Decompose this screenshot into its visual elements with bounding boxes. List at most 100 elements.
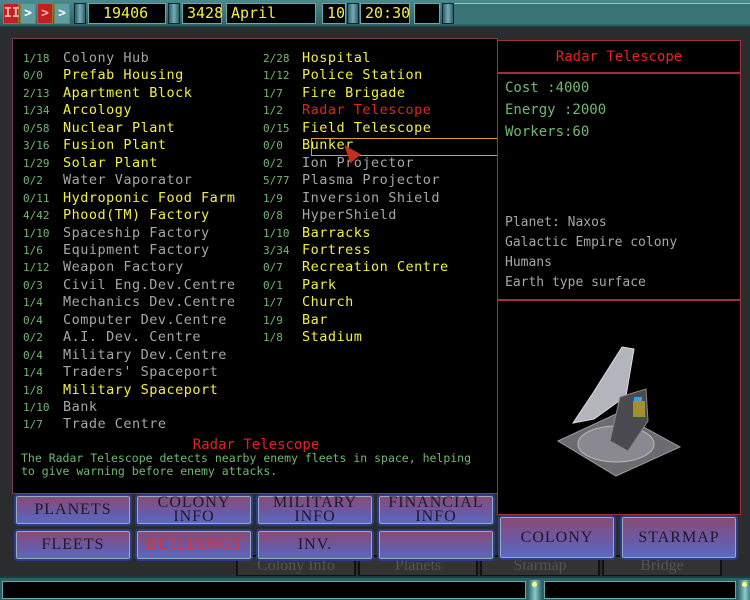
building-name: Phood(TM) Factory — [63, 207, 210, 224]
building-count: 1/10 — [23, 401, 50, 414]
building-count: 1/4 — [23, 366, 43, 380]
building-count: 1/9 — [263, 313, 283, 327]
building-name: Field Telescope — [302, 119, 432, 136]
building-name: Computer Dev.Centre — [63, 311, 227, 328]
building-count: 3/16 — [23, 139, 50, 153]
military-info-button[interactable]: MILITARY INFO — [256, 494, 374, 526]
building-name: Mechanics Dev.Centre — [63, 294, 236, 311]
building-count: 0/4 — [23, 348, 43, 362]
play-button[interactable]: > — [20, 3, 36, 24]
month-display: April — [226, 3, 316, 24]
building-name: Ion Projector — [302, 154, 415, 171]
faster-button[interactable]: > — [54, 3, 70, 24]
inv-button[interactable]: INV. — [256, 529, 374, 561]
building-name: Radar Telescope — [302, 102, 432, 119]
bar-knob — [74, 3, 86, 24]
building-count: 1/8 — [263, 331, 283, 345]
building-count: 0/2 — [23, 331, 43, 345]
blank-button[interactable] — [377, 529, 495, 561]
building-name: Civil Eng.Dev.Centre — [63, 276, 236, 293]
building-count: 0/0 — [23, 69, 43, 83]
description-text: The Radar Telescope detects nearby enemy… — [21, 451, 472, 478]
building-count: 2/28 — [263, 52, 290, 65]
building-count: 0/8 — [263, 209, 283, 223]
building-count: 0/2 — [23, 174, 43, 188]
buildings-panel: 1/18 Colony Hub 0/0 Prefab Housing 2/13 Apart… — [12, 38, 505, 494]
building-name: Fire Brigade — [302, 84, 406, 101]
building-name: Park — [302, 276, 337, 293]
details-title: Radar Telescope — [555, 49, 683, 65]
fast-button[interactable]: > — [37, 3, 53, 24]
building-count: 2/13 — [23, 86, 50, 100]
building-count: 1/7 — [23, 418, 43, 432]
building-name: Spaceship Factory — [63, 224, 210, 241]
status-field — [544, 581, 736, 599]
building-name: Colony Hub — [63, 50, 150, 66]
building-count: 1/7 — [263, 86, 283, 100]
building-name: Stadium — [302, 329, 363, 346]
building-name: Weapon Factory — [63, 259, 184, 276]
planets-button[interactable]: PLANETS — [14, 494, 132, 526]
details-panel: Cost :4000 Energy :2000 Workers:60 Plane… — [497, 73, 741, 300]
buildings-button[interactable]: BUILDINGS — [135, 529, 253, 561]
building-count: 1/34 — [23, 104, 50, 118]
empty-display — [414, 3, 440, 24]
day-display: 10 — [322, 3, 346, 24]
race-info: Humans — [505, 255, 552, 270]
top-bar: II > > > 19406 3428 April 10 20:30 — [0, 0, 750, 28]
building-count: 1/8 — [23, 383, 43, 397]
bar-knob — [347, 3, 359, 24]
bar-knob — [168, 3, 180, 24]
financial-info-button[interactable]: FINANCIAL INFO — [377, 494, 495, 526]
building-name: A.I. Dev. Centre — [63, 329, 202, 346]
building-name: Military Dev.Centre — [63, 346, 227, 363]
time-display: 20:30 — [360, 3, 410, 24]
building-image-panel — [497, 300, 741, 515]
bottom-bar — [0, 576, 750, 600]
building-name: Bank — [63, 399, 98, 415]
pause-button[interactable]: II — [3, 3, 20, 24]
fleets-button[interactable]: FLEETS — [14, 529, 132, 561]
planet-info: Planet: Naxos — [505, 215, 607, 230]
colony-button[interactable]: COLONY — [498, 515, 616, 560]
year-display: 3428 — [182, 3, 223, 24]
cost-stat: Cost :4000 — [505, 80, 590, 96]
building-name: Police Station — [302, 67, 423, 84]
building-name: Plasma Projector — [302, 172, 441, 189]
building-name: Traders' Spaceport — [63, 364, 219, 381]
building-name: Recreation Centre — [302, 259, 449, 276]
colony-info-button[interactable]: COLONY INFO — [135, 494, 253, 526]
building-count: 1/12 — [263, 69, 290, 83]
bar-knob — [442, 3, 454, 24]
building-name: Arcology — [63, 102, 133, 119]
building-count: 0/7 — [263, 261, 283, 275]
building-count: 0/1 — [263, 278, 283, 292]
bar-knob — [738, 580, 750, 600]
building-count: 1/18 — [23, 52, 50, 65]
building-name: Fusion Plant — [63, 137, 167, 154]
building-count: 1/9 — [263, 191, 283, 205]
building-count: 5/77 — [263, 174, 290, 188]
building-name: Prefab Housing — [63, 67, 184, 84]
building-name: Solar Plant — [63, 154, 158, 171]
building-name: Church — [302, 294, 354, 311]
energy-stat: Energy :2000 — [505, 102, 607, 118]
building-name: Barracks — [302, 224, 372, 241]
building-count: 0/11 — [23, 191, 50, 205]
top-bar-filler — [454, 3, 750, 24]
building-count: 0/4 — [23, 313, 43, 327]
workers-stat: Workers:60 — [505, 124, 590, 140]
details-header: Radar Telescope — [497, 40, 741, 73]
building-count: 0/3 — [23, 278, 43, 292]
building-name: Hospital — [302, 50, 372, 66]
building-count: 1/29 — [23, 156, 50, 170]
starmap-button[interactable]: STARMAP — [620, 515, 738, 560]
message-field — [2, 581, 526, 599]
building-name: Water Vaporator — [63, 172, 193, 189]
credits-display: 19406 — [88, 3, 166, 24]
building-count: 1/2 — [263, 104, 283, 118]
building-name: Equipment Factory — [63, 241, 210, 258]
bar-knob — [528, 580, 542, 600]
building-count: 1/12 — [23, 261, 50, 275]
building-count: 0/2 — [263, 156, 283, 170]
